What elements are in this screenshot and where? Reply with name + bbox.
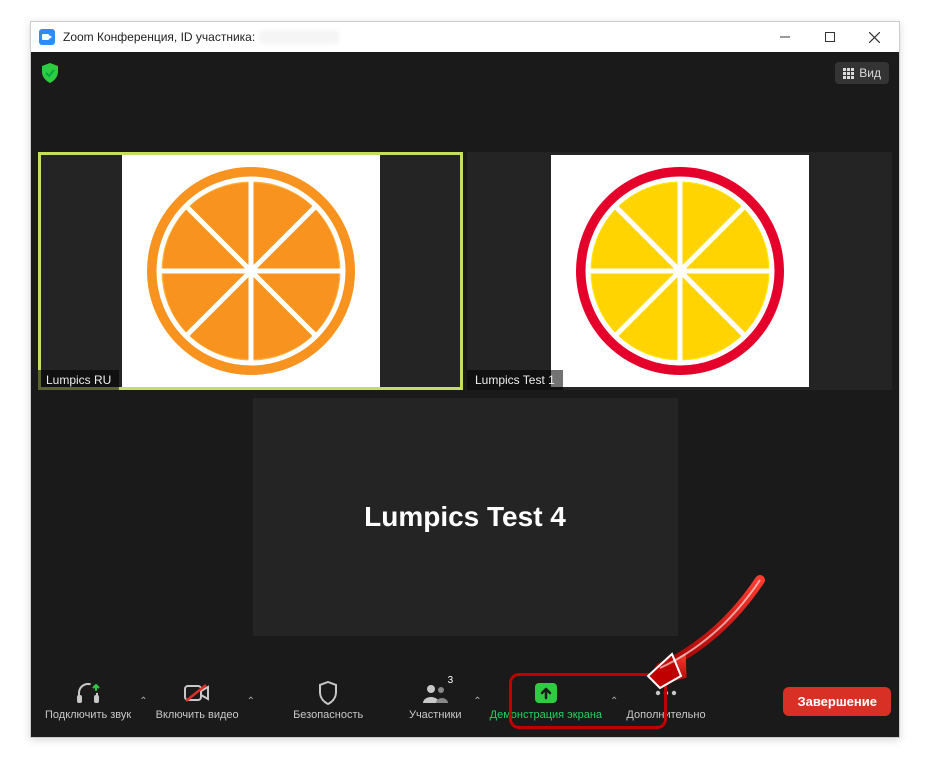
share-screen-button[interactable]: Демонстрация экрана [484, 672, 608, 730]
participants-count-badge: 3 [448, 675, 454, 686]
participant-tile[interactable]: Lumpics Test 1 [467, 152, 892, 390]
app-window: Zoom Конференция, ID участника: Вид [30, 21, 900, 738]
toolbar-label: Демонстрация экрана [490, 709, 602, 721]
window-title: Zoom Конференция, ID участника: [63, 30, 255, 44]
meeting-content: Вид [31, 52, 899, 737]
minimize-icon [780, 32, 790, 42]
toolbar-label: Безопасность [293, 709, 363, 721]
toolbar-label: Подключить звук [45, 709, 131, 721]
participant-tile[interactable]: Lumpics Test 4 [253, 398, 678, 636]
headphones-icon [75, 681, 101, 705]
video-off-icon [184, 683, 210, 703]
avatar [122, 155, 380, 387]
video-gallery: Lumpics RU [31, 152, 899, 636]
chevron-up-icon[interactable]: ⌃ [245, 696, 257, 707]
orange-slice-icon [141, 161, 361, 381]
toolbar-label: Дополнительно [626, 709, 705, 721]
encryption-shield-icon[interactable] [41, 63, 59, 83]
meeting-topbar: Вид [31, 52, 899, 94]
chevron-up-icon[interactable]: ⌃ [608, 696, 620, 707]
people-icon [421, 683, 449, 703]
end-meeting-button[interactable]: Завершение [783, 687, 891, 716]
maximize-icon [825, 32, 835, 42]
participant-name-tag: Lumpics Test 1 [467, 370, 563, 390]
close-icon [869, 32, 880, 43]
end-label: Завершение [797, 694, 877, 709]
join-audio-button[interactable]: Подключить звук [39, 672, 137, 730]
view-mode-button[interactable]: Вид [835, 62, 889, 84]
chevron-up-icon[interactable]: ⌃ [137, 696, 149, 707]
zoom-app-icon [39, 29, 55, 45]
meeting-toolbar: Подключить звук ⌃ Включить видео ⌃ [31, 665, 899, 737]
more-horizontal-icon [654, 689, 678, 697]
participants-button[interactable]: 3 Участники [399, 672, 471, 730]
lemon-slice-icon [570, 161, 790, 381]
toolbar-label: Участники [409, 709, 462, 721]
participant-name-tag: Lumpics RU [38, 370, 119, 390]
grid-icon [843, 68, 854, 79]
window-title-blurred-id [259, 30, 339, 44]
start-video-button[interactable]: Включить видео [150, 672, 245, 730]
security-button[interactable]: Безопасность [287, 672, 369, 730]
chevron-up-icon[interactable]: ⌃ [471, 696, 483, 707]
window-titlebar[interactable]: Zoom Конференция, ID участника: [31, 22, 899, 52]
more-button[interactable]: Дополнительно [620, 672, 711, 730]
window-minimize-button[interactable] [762, 23, 807, 52]
participant-name-large: Lumpics Test 4 [364, 501, 566, 533]
participant-tile[interactable]: Lumpics RU [38, 152, 463, 390]
avatar [551, 155, 809, 387]
toolbar-label: Включить видео [156, 709, 239, 721]
window-close-button[interactable] [852, 23, 897, 52]
view-label: Вид [859, 66, 881, 80]
window-maximize-button[interactable] [807, 23, 852, 52]
shield-icon [318, 681, 338, 705]
share-screen-icon [534, 682, 558, 704]
